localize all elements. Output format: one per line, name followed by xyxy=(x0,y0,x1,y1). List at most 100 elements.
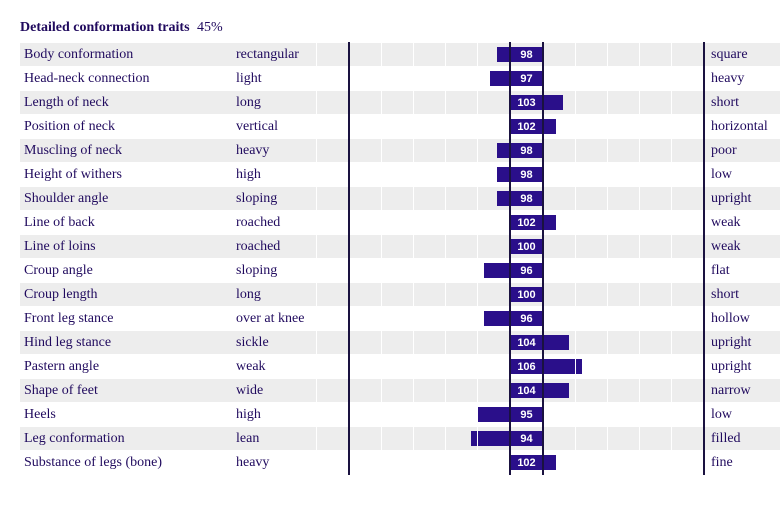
chart-cell xyxy=(608,43,640,67)
table-row: Body conformationrectangular98square xyxy=(20,43,780,67)
bar-segment xyxy=(484,263,509,278)
table-row: Line of backroached102weak xyxy=(20,211,780,235)
chart-cell xyxy=(349,187,382,211)
trait-pole-right: upright xyxy=(704,187,780,211)
trait-pole-right: horizontal xyxy=(704,115,780,139)
chart-cell: 104 xyxy=(510,331,543,355)
chart-cell xyxy=(478,139,511,163)
trait-value: 102 xyxy=(511,119,542,134)
chart-cell xyxy=(317,259,350,283)
chart-cell xyxy=(349,283,382,307)
chart-cell xyxy=(672,163,705,187)
chart-cell xyxy=(382,331,414,355)
chart-cell xyxy=(317,139,350,163)
trait-pole-left: roached xyxy=(234,211,317,235)
trait-pole-left: long xyxy=(234,283,317,307)
chart-cell xyxy=(414,43,446,67)
table-row: Line of loinsroached100weak xyxy=(20,235,780,259)
chart-cell xyxy=(640,187,672,211)
chart-cell xyxy=(414,211,446,235)
chart-cell xyxy=(317,67,350,91)
chart-cell xyxy=(349,259,382,283)
trait-value: 96 xyxy=(511,263,542,278)
chart-cell xyxy=(576,115,608,139)
table-row: Shoulder anglesloping98upright xyxy=(20,187,780,211)
trait-name: Shoulder angle xyxy=(20,187,234,211)
chart-cell xyxy=(640,91,672,115)
chart-cell xyxy=(640,211,672,235)
chart-cell xyxy=(608,139,640,163)
chart-cell xyxy=(608,211,640,235)
trait-pole-left: heavy xyxy=(234,451,317,475)
trait-value: 97 xyxy=(511,71,542,86)
chart-cell xyxy=(640,307,672,331)
chart-cell xyxy=(576,331,608,355)
chart-cell xyxy=(478,403,511,427)
chart-cell: 98 xyxy=(510,163,543,187)
chart-cell xyxy=(382,187,414,211)
chart-cell xyxy=(543,163,576,187)
chart-cell xyxy=(414,259,446,283)
chart-cell xyxy=(640,427,672,451)
chart-cell xyxy=(414,451,446,475)
chart-cell xyxy=(672,235,705,259)
chart-cell xyxy=(543,139,576,163)
chart-cell xyxy=(478,451,511,475)
trait-name: Line of back xyxy=(20,211,234,235)
trait-pole-left: high xyxy=(234,403,317,427)
chart-cell xyxy=(640,259,672,283)
chart-cell xyxy=(576,67,608,91)
chart-cell: 104 xyxy=(510,379,543,403)
trait-pole-right: upright xyxy=(704,355,780,379)
chart-cell xyxy=(414,283,446,307)
chart-cell xyxy=(414,163,446,187)
table-row: Length of necklong103short xyxy=(20,91,780,115)
chart-cell xyxy=(317,43,350,67)
trait-pole-left: high xyxy=(234,163,317,187)
trait-pole-right: short xyxy=(704,91,780,115)
chart-cell xyxy=(672,115,705,139)
trait-name: Line of loins xyxy=(20,235,234,259)
bar-segment xyxy=(471,431,477,446)
trait-pole-right: flat xyxy=(704,259,780,283)
chart-cell xyxy=(414,139,446,163)
chart-cell xyxy=(608,403,640,427)
chart-cell xyxy=(382,211,414,235)
trait-pole-right: narrow xyxy=(704,379,780,403)
chart-cell xyxy=(382,451,414,475)
chart-cell xyxy=(317,91,350,115)
chart-cell xyxy=(640,355,672,379)
chart-cell xyxy=(478,163,511,187)
trait-pole-right: short xyxy=(704,283,780,307)
chart-cell xyxy=(608,283,640,307)
chart-cell xyxy=(446,139,478,163)
chart-cell xyxy=(576,43,608,67)
chart-cell xyxy=(608,67,640,91)
chart-cell xyxy=(576,259,608,283)
trait-pole-left: long xyxy=(234,91,317,115)
trait-pole-left: weak xyxy=(234,355,317,379)
chart-cell xyxy=(478,43,511,67)
chart-cell xyxy=(414,307,446,331)
trait-value: 100 xyxy=(511,239,542,254)
chart-cell xyxy=(608,427,640,451)
chart-cell xyxy=(317,379,350,403)
chart-cell xyxy=(446,91,478,115)
chart-cell xyxy=(414,355,446,379)
chart-cell xyxy=(608,259,640,283)
chart-cell xyxy=(317,283,350,307)
chart-cell xyxy=(640,163,672,187)
chart-cell xyxy=(543,379,576,403)
chart-cell xyxy=(672,379,705,403)
chart-cell xyxy=(576,235,608,259)
chart-cell xyxy=(576,283,608,307)
trait-pole-right: upright xyxy=(704,331,780,355)
chart-cell xyxy=(608,187,640,211)
chart-cell xyxy=(543,403,576,427)
title-text: Detailed conformation traits xyxy=(20,20,190,35)
chart-cell xyxy=(672,427,705,451)
chart-cell xyxy=(446,163,478,187)
chart-cell xyxy=(414,379,446,403)
trait-pole-left: roached xyxy=(234,235,317,259)
chart-cell xyxy=(576,379,608,403)
